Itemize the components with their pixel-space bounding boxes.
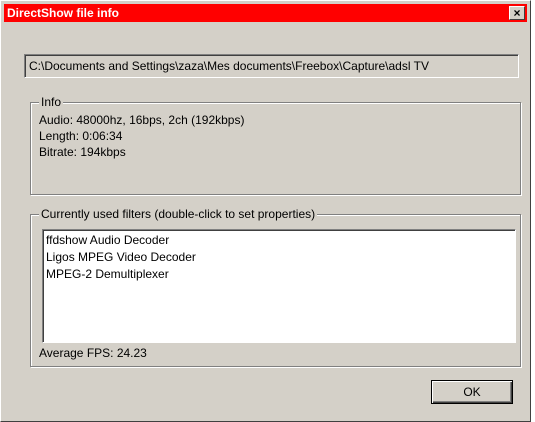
file-path-field[interactable]: C:\Documents and Settings\zaza\Mes docum…: [24, 54, 519, 78]
title-bar[interactable]: DirectShow file info ×: [4, 4, 527, 22]
list-item[interactable]: MPEG-2 Demultiplexer: [46, 266, 512, 283]
info-group-label: Info: [39, 95, 64, 109]
dialog-window: DirectShow file info × C:\Documents and …: [0, 0, 531, 422]
window-title: DirectShow file info: [7, 6, 120, 20]
filters-group-label: Currently used filters (double-click to …: [39, 207, 318, 221]
list-item[interactable]: ffdshow Audio Decoder: [46, 232, 512, 249]
close-button[interactable]: ×: [509, 6, 525, 20]
bitrate-info: Bitrate: 194kbps: [39, 145, 126, 159]
audio-info: Audio: 48000hz, 16bps, 2ch (192kbps): [39, 113, 245, 127]
list-item[interactable]: Ligos MPEG Video Decoder: [46, 249, 512, 266]
filters-listbox[interactable]: ffdshow Audio Decoder Ligos MPEG Video D…: [42, 229, 516, 343]
length-info: Length: 0:06:34: [39, 129, 123, 143]
filters-groupbox: Currently used filters (double-click to …: [30, 207, 521, 367]
ok-button[interactable]: OK: [431, 380, 513, 404]
close-icon: ×: [513, 6, 521, 20]
average-fps: Average FPS: 24.23: [39, 346, 147, 360]
info-groupbox: Info Audio: 48000hz, 16bps, 2ch (192kbps…: [30, 95, 521, 195]
